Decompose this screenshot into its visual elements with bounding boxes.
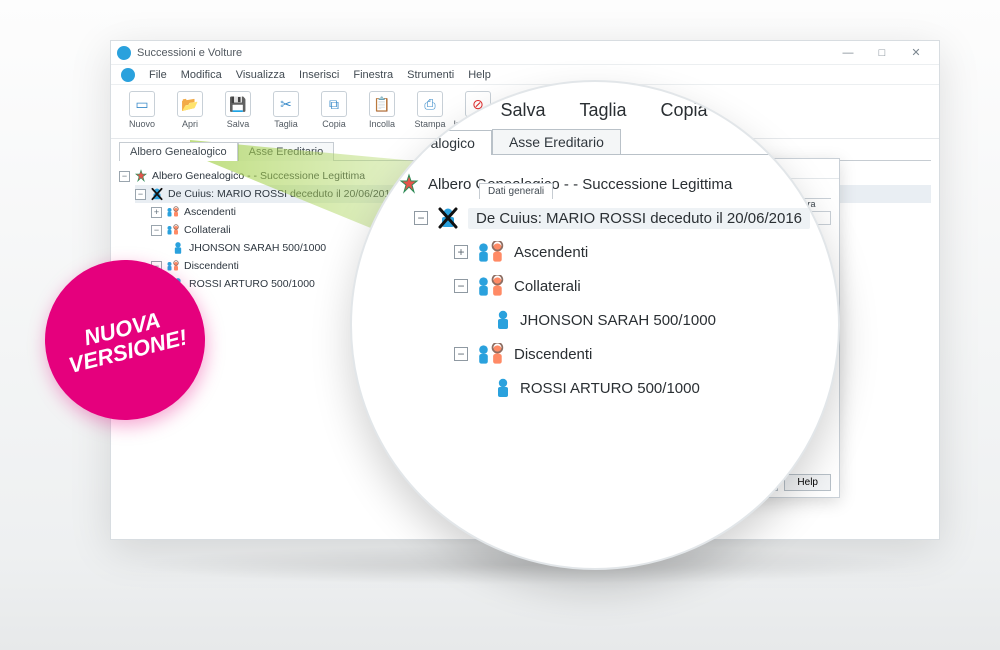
expand-icon[interactable]: +	[151, 207, 162, 218]
people-pair-icon	[166, 259, 180, 273]
zoom-tab-asse[interactable]: Asse Ereditario	[492, 129, 621, 155]
zoom-decuius[interactable]: − De Cuius: MARIO ROSSI deceduto il 20/0…	[414, 201, 810, 235]
zoom-decuius-label: De Cuius: MARIO ROSSI deceduto il 20/06/…	[468, 208, 810, 229]
minimize-button[interactable]: —	[831, 42, 865, 64]
tab-albero[interactable]: Albero Genealogico	[119, 142, 238, 161]
taglia-button[interactable]: ✂Taglia	[263, 89, 309, 131]
tree-disc-person-label: ROSSI ARTURO 500/1000	[189, 278, 315, 290]
salva-button[interactable]: 💾Salva	[215, 89, 261, 131]
zoom-lens: Salva Taglia Copia nealogico Asse Eredit…	[350, 80, 840, 570]
collapse-icon[interactable]: −	[414, 211, 428, 225]
open-folder-icon: 📂	[177, 91, 203, 117]
zoom-disc-person-label: ROSSI ARTURO 500/1000	[520, 380, 700, 397]
app-icon	[117, 46, 131, 60]
zoom-ascendenti-label: Ascendenti	[514, 244, 588, 261]
menu-help[interactable]: Help	[468, 69, 491, 81]
menu-strumenti[interactable]: Strumenti	[407, 69, 454, 81]
zoom-collaterali-label: Collaterali	[514, 278, 581, 295]
tree-coll-person-label: JHONSON SARAH 500/1000	[189, 242, 326, 254]
people-pair-icon	[166, 205, 180, 219]
apri-button[interactable]: 📂Apri	[167, 89, 213, 131]
deceased-person-icon	[436, 206, 460, 230]
save-icon: 💾	[225, 91, 251, 117]
people-pair-icon	[166, 223, 180, 237]
tree-root-label: Albero Genealogico - - Successione Legit…	[152, 170, 365, 182]
person-icon	[171, 241, 185, 255]
cut-icon: ✂	[273, 91, 299, 117]
collapse-icon[interactable]: −	[119, 171, 130, 182]
zoom-coll-person[interactable]: JHONSON SARAH 500/1000	[494, 303, 810, 337]
menu-finestra[interactable]: Finestra	[353, 69, 393, 81]
collapse-icon[interactable]: −	[151, 225, 162, 236]
close-button[interactable]: ✕	[899, 42, 933, 64]
collapse-icon[interactable]: −	[454, 279, 468, 293]
zoom-coll-person-label: JHONSON SARAH 500/1000	[520, 312, 716, 329]
zoom-root-label: Albero Genealogico - - Successione Legit…	[428, 176, 732, 193]
expand-icon[interactable]: +	[454, 245, 468, 259]
window-title: Successioni e Volture	[137, 47, 242, 59]
zoom-taglia[interactable]: Taglia	[579, 100, 626, 121]
zoom-copia[interactable]: Copia	[661, 100, 708, 121]
copy-icon: ⧉	[321, 91, 347, 117]
tree-root-icon	[398, 173, 420, 195]
collapse-icon[interactable]: −	[135, 189, 146, 200]
app-menu-icon	[121, 68, 135, 82]
deceased-person-icon	[150, 187, 164, 201]
dialog-tab-generali[interactable]: Dati generali	[479, 183, 553, 199]
people-pair-icon	[476, 275, 506, 297]
tab-asse[interactable]: Asse Ereditario	[238, 142, 335, 161]
zoom-tabs: nealogico Asse Ereditario	[398, 129, 810, 155]
person-icon	[494, 309, 512, 331]
titlebar: Successioni e Volture — □ ✕	[111, 41, 939, 65]
zoom-ascendenti[interactable]: + Ascendenti	[454, 235, 810, 269]
menu-file[interactable]: File	[149, 69, 167, 81]
nuovo-button[interactable]: ▭Nuovo	[119, 89, 165, 131]
menu-visualizza[interactable]: Visualizza	[236, 69, 285, 81]
zoom-toolbar: Salva Taglia Copia	[398, 100, 810, 121]
people-pair-icon	[476, 343, 506, 365]
tree-root-icon	[134, 169, 148, 183]
people-pair-icon	[476, 241, 506, 263]
zoom-collaterali[interactable]: − Collaterali	[454, 269, 810, 303]
maximize-button[interactable]: □	[865, 42, 899, 64]
menu-modifica[interactable]: Modifica	[181, 69, 222, 81]
zoom-discendenti[interactable]: − Discendenti	[454, 337, 810, 371]
tree-discendenti-label: Discendenti	[184, 260, 239, 272]
zoom-discendenti-label: Discendenti	[514, 346, 592, 363]
copia-button[interactable]: ⧉Copia	[311, 89, 357, 131]
tree-ascendenti-label: Ascendenti	[184, 206, 236, 218]
collapse-icon[interactable]: −	[454, 347, 468, 361]
zoom-tab-albero[interactable]: nealogico	[398, 130, 492, 155]
tree-collaterali-label: Collaterali	[184, 224, 231, 236]
menu-inserisci[interactable]: Inserisci	[299, 69, 339, 81]
zoom-root[interactable]: Albero Genealogico - - Successione Legit…	[398, 167, 810, 201]
new-file-icon: ▭	[129, 91, 155, 117]
zoom-disc-person[interactable]: ROSSI ARTURO 500/1000	[494, 371, 810, 405]
person-icon	[494, 377, 512, 399]
zoom-salva[interactable]: Salva	[500, 100, 545, 121]
